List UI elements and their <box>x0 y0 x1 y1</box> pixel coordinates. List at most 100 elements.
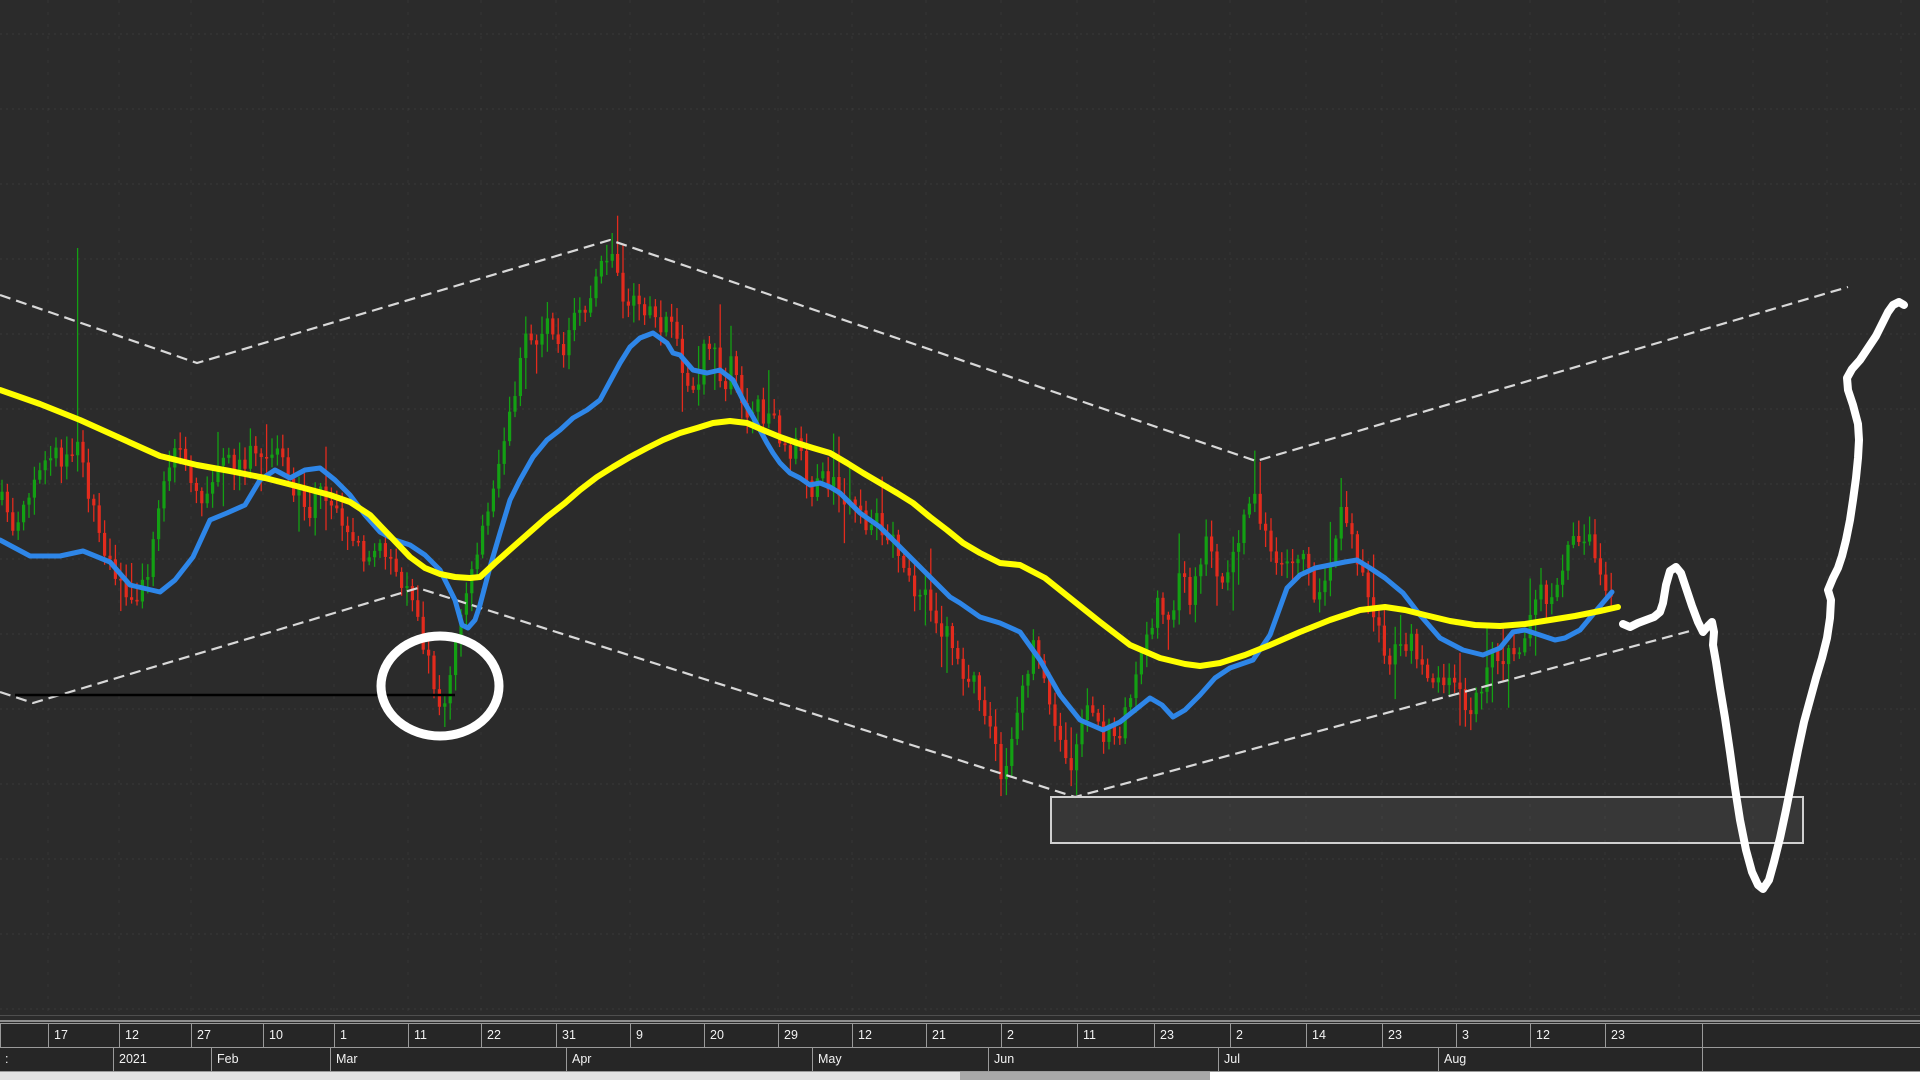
candle-body <box>659 317 662 332</box>
candle-body <box>1134 674 1137 698</box>
candle-body <box>497 464 500 489</box>
candle-body <box>470 569 473 593</box>
month-cell: Aug <box>1438 1048 1702 1071</box>
candle-body <box>1205 536 1208 564</box>
candle-body <box>1232 552 1235 572</box>
chart-canvas[interactable] <box>0 0 1920 1014</box>
candle-body <box>416 600 419 617</box>
axis-row-end-border <box>1702 1024 1703 1047</box>
month-cell: Mar <box>330 1048 566 1071</box>
candle-body <box>654 306 657 317</box>
candle-body <box>1264 524 1267 531</box>
candle-body <box>1334 539 1337 563</box>
candle-body <box>1053 704 1056 725</box>
candle-body <box>103 533 106 556</box>
candle-body <box>27 498 30 505</box>
candle-body <box>967 679 970 682</box>
candle-body <box>395 559 398 572</box>
candle-body <box>1469 710 1472 714</box>
candle-body <box>195 483 198 491</box>
day-tick-cell: 31 <box>556 1024 630 1047</box>
candle-body <box>76 442 79 455</box>
candle-body <box>762 399 765 423</box>
candle-body <box>1593 534 1596 558</box>
candle-body <box>945 626 948 637</box>
candle-body <box>1518 652 1521 654</box>
candle-body <box>373 551 376 557</box>
candle-body <box>729 356 732 389</box>
candle-body <box>1534 599 1537 615</box>
candle-body <box>789 445 792 459</box>
candle-body <box>1448 678 1451 685</box>
candle-body <box>1064 740 1067 758</box>
candle-body <box>1485 667 1488 691</box>
month-cell: 2021 <box>113 1048 211 1071</box>
day-tick-cell: 17 <box>48 1024 119 1047</box>
candle-body <box>44 460 47 470</box>
scrollbar-track[interactable] <box>960 1072 1210 1080</box>
candle-body <box>265 457 268 459</box>
candle-body <box>713 348 716 350</box>
candle-body <box>1437 678 1440 683</box>
day-tick-cell: 12 <box>119 1024 191 1047</box>
candle-body <box>378 543 381 551</box>
axis-row-end-border <box>1702 1048 1703 1071</box>
candle-body <box>638 296 641 305</box>
scrollbar-thumb[interactable] <box>1210 1072 1920 1080</box>
candle-body <box>308 507 311 518</box>
candle-body <box>956 648 959 659</box>
candle-body <box>1383 626 1386 656</box>
month-cell: Jul <box>1218 1048 1438 1071</box>
candle-body <box>98 505 101 533</box>
date-axis-month-row[interactable]: :2021FebMarAprMayJunJulAug <box>0 1048 1920 1072</box>
candle-body <box>1248 504 1251 515</box>
candle-body <box>179 448 182 450</box>
candle-body <box>211 482 214 494</box>
candle-body <box>33 480 36 498</box>
candle-body <box>783 443 786 445</box>
scrollbar-track[interactable] <box>0 1072 960 1080</box>
candle-body <box>1183 573 1186 577</box>
candle-body <box>1167 615 1170 620</box>
candle-body <box>621 273 624 302</box>
candle-body <box>6 492 9 513</box>
chart-bottom-border <box>0 1015 1920 1016</box>
candle-body <box>962 659 965 679</box>
candle-body <box>17 522 20 531</box>
candle-body <box>276 448 279 454</box>
candle-body <box>357 541 360 543</box>
candle-body <box>54 448 57 459</box>
candle-body <box>870 525 873 530</box>
trading-chart-window: 171227101112231920291221211232142331223 … <box>0 0 1920 1080</box>
horizontal-scrollbar[interactable] <box>0 1072 1920 1080</box>
candle-body <box>573 313 576 330</box>
candle-body <box>1426 665 1429 678</box>
candle-body <box>1410 634 1413 651</box>
candle-body <box>1151 628 1154 635</box>
candle-body <box>1431 678 1434 682</box>
candle-body <box>1507 648 1510 664</box>
candle-body <box>724 381 727 389</box>
candle-body <box>1561 571 1564 585</box>
candle-body <box>719 348 722 382</box>
candle-body <box>1161 598 1164 615</box>
candle-body <box>1421 659 1424 664</box>
date-axis-day-row[interactable]: 171227101112231920291221211232142331223 <box>0 1023 1920 1048</box>
candle-body <box>1215 551 1218 576</box>
candle-body <box>1512 648 1515 654</box>
month-cell: May <box>812 1048 988 1071</box>
candle-body <box>1480 692 1483 694</box>
day-tick-cell: 12 <box>852 1024 926 1047</box>
day-tick-cell: 10 <box>263 1024 334 1047</box>
candle-body <box>546 318 549 334</box>
candle-body <box>341 508 344 525</box>
candle-body <box>1237 543 1240 552</box>
candle-body <box>692 386 695 390</box>
candle-body <box>152 539 155 577</box>
candle-body <box>1318 592 1321 599</box>
candle-body <box>902 556 905 568</box>
candle-body <box>1124 707 1127 738</box>
candle-body <box>1280 563 1283 565</box>
candle-body <box>1016 713 1019 739</box>
candle-body <box>1302 554 1305 559</box>
